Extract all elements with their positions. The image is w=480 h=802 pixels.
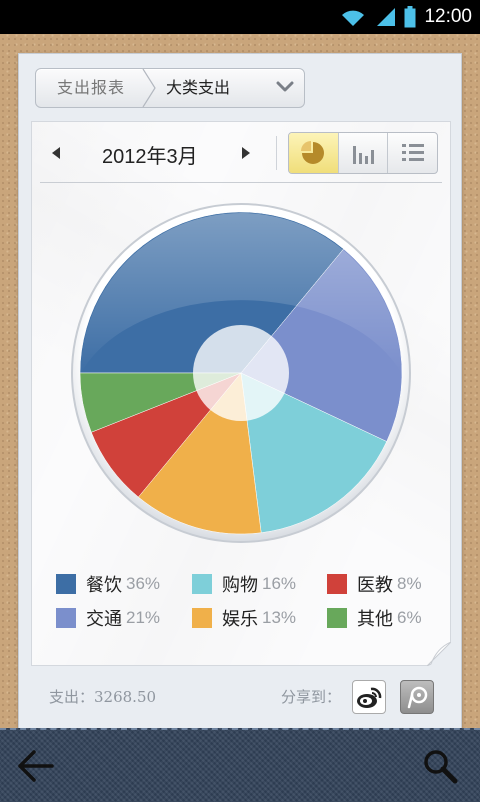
status-time: 12:00 <box>424 6 472 27</box>
legend-item: 医教 8% <box>327 571 422 597</box>
legend-swatch <box>327 574 347 594</box>
pie-chart <box>70 202 412 544</box>
next-month-icon[interactable] <box>240 146 252 160</box>
legend-item: 其他 6% <box>327 605 422 631</box>
report-card: 支出报表 大类支出 2012年3月 餐饮 36% 购物 16% 医教 8% 交通… <box>18 53 462 729</box>
search-icon[interactable] <box>420 746 460 786</box>
breadcrumb-separator-icon <box>142 69 156 107</box>
status-icons: 12:00 <box>340 0 472 34</box>
legend-name: 餐饮 <box>86 575 122 596</box>
status-bar: 12:00 <box>0 0 480 34</box>
back-arrow-icon[interactable] <box>16 748 56 784</box>
breadcrumb: 支出报表 大类支出 <box>35 68 305 108</box>
share-weibo-button[interactable] <box>352 680 386 714</box>
chevron-down-icon[interactable] <box>276 80 294 94</box>
legend-name: 交通 <box>86 609 122 630</box>
breadcrumb-root[interactable]: 支出报表 <box>36 69 146 107</box>
legend-percent: 13% <box>262 608 297 627</box>
legend-item: 交通 21% <box>56 605 160 631</box>
month-label: 2012年3月 <box>102 146 198 168</box>
divider <box>276 136 277 170</box>
legend-percent: 8% <box>397 574 422 593</box>
tencent-weibo-icon <box>407 686 428 709</box>
total-expense: 支出：3268.50 <box>49 688 157 706</box>
legend-swatch <box>327 608 347 628</box>
view-bar-button[interactable] <box>339 133 389 173</box>
legend-name: 其他 <box>357 609 393 630</box>
weibo-icon <box>357 687 382 708</box>
legend-name: 购物 <box>222 575 258 596</box>
chart-panel: 2012年3月 餐饮 36% 购物 16% 医教 8% 交通 21% 娱乐 13… <box>31 121 451 666</box>
page-curl <box>427 642 451 666</box>
view-list-button[interactable] <box>388 133 437 173</box>
header-divider <box>40 182 442 183</box>
share-tencent-button[interactable] <box>400 680 434 714</box>
bottom-toolbar <box>0 728 480 802</box>
legend-swatch <box>192 608 212 628</box>
legend-percent: 16% <box>262 574 297 593</box>
legend-item: 购物 16% <box>192 571 296 597</box>
legend-percent: 36% <box>126 574 161 593</box>
signal-icon <box>377 8 396 26</box>
previous-month-icon[interactable] <box>50 146 62 160</box>
legend-percent: 21% <box>126 608 161 627</box>
view-mode-toggle <box>288 132 438 174</box>
legend-swatch <box>56 608 76 628</box>
legend-name: 娱乐 <box>222 609 258 630</box>
bar-chart-icon <box>353 146 374 164</box>
legend-swatch <box>56 574 76 594</box>
legend-item: 餐饮 36% <box>56 571 160 597</box>
legend-name: 医教 <box>357 575 393 596</box>
pie-chart-icon <box>301 141 325 164</box>
share-label: 分享到： <box>281 688 342 706</box>
breadcrumb-current[interactable]: 大类支出 <box>166 69 230 107</box>
pie-chart-svg <box>71 203 411 543</box>
wifi-icon <box>342 10 365 26</box>
view-pie-button[interactable] <box>289 133 339 173</box>
battery-icon <box>404 6 416 28</box>
legend-swatch <box>192 574 212 594</box>
pie-center-hole <box>193 325 289 421</box>
legend-item: 娱乐 13% <box>192 605 296 631</box>
legend-percent: 6% <box>397 608 422 627</box>
list-icon <box>401 144 424 161</box>
legend: 餐饮 36% 购物 16% 医教 8% 交通 21% 娱乐 13% 其他 6% <box>56 571 446 641</box>
